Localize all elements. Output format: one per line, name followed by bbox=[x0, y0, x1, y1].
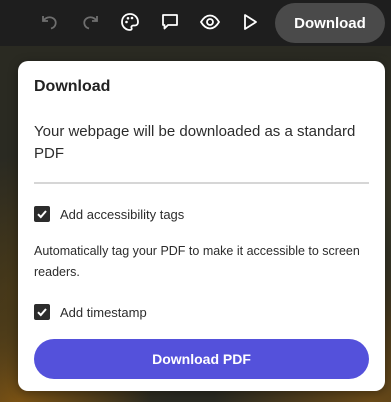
accessibility-tags-checkbox[interactable] bbox=[34, 206, 50, 222]
timestamp-option[interactable]: Add timestamp bbox=[34, 304, 147, 320]
play-icon[interactable] bbox=[238, 10, 262, 34]
download-pdf-button[interactable]: Download PDF bbox=[34, 339, 369, 379]
accessibility-tags-label: Add accessibility tags bbox=[60, 206, 185, 222]
preview-eye-icon[interactable] bbox=[198, 10, 222, 34]
top-toolbar: Download bbox=[0, 0, 391, 46]
divider bbox=[34, 182, 369, 184]
panel-description: Your webpage will be downloaded as a sta… bbox=[34, 123, 356, 162]
timestamp-label: Add timestamp bbox=[60, 304, 147, 320]
comment-icon[interactable] bbox=[158, 10, 182, 34]
accessibility-help-text: Automatically tag your PDF to make it ac… bbox=[34, 244, 360, 279]
checkmark-icon bbox=[37, 210, 47, 219]
accessibility-tags-option[interactable]: Add accessibility tags bbox=[34, 206, 184, 222]
redo-icon[interactable] bbox=[78, 10, 102, 34]
checkmark-icon bbox=[37, 308, 47, 317]
download-panel: Download Your webpage will be downloaded… bbox=[18, 61, 385, 391]
panel-title: Download bbox=[34, 78, 111, 95]
download-toolbar-button[interactable]: Download bbox=[275, 3, 385, 43]
timestamp-checkbox[interactable] bbox=[34, 304, 50, 320]
theme-palette-icon[interactable] bbox=[118, 10, 142, 34]
undo-icon[interactable] bbox=[38, 10, 62, 34]
